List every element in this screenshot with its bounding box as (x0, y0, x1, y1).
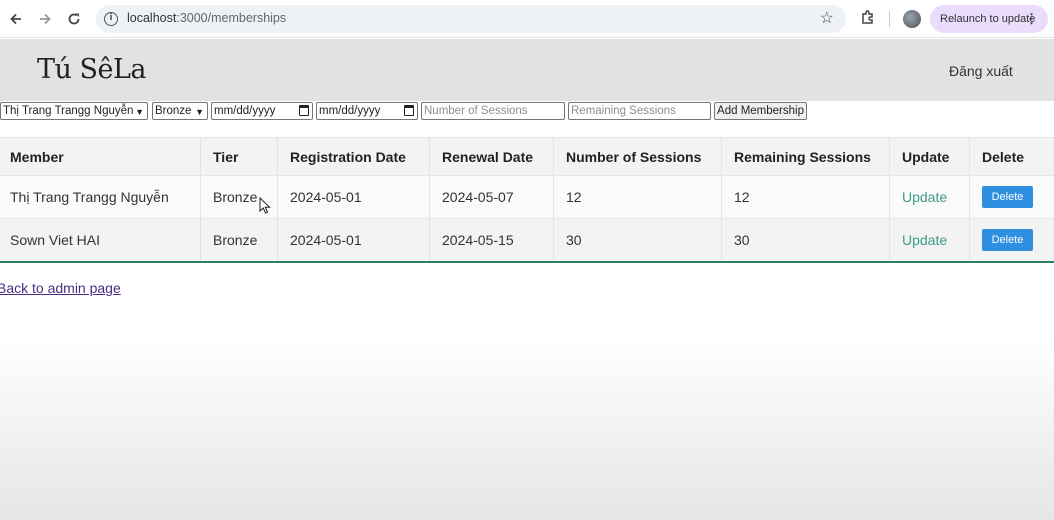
chevron-down-icon: ▼ (195, 107, 204, 117)
renewal-date-input[interactable]: mm/dd/yyyy (316, 102, 418, 120)
column-header-tier: Tier (201, 138, 278, 175)
table-row: Sown Viet HAI Bronze 2024-05-01 2024-05-… (0, 218, 1054, 261)
sessions-cell: 30 (554, 219, 722, 261)
remaining-sessions-cell: 12 (722, 176, 890, 218)
column-header-delete: Delete (982, 148, 1025, 165)
address-bar[interactable]: i localhost:3000/memberships ☆ (96, 5, 846, 33)
registration-date-cell: 2024-05-01 (278, 176, 430, 218)
column-header-remaining-sessions: Remaining Sessions (722, 138, 890, 175)
delete-cell: Delete (970, 219, 1054, 261)
reload-icon[interactable] (64, 9, 84, 29)
delete-button[interactable]: Delete (982, 229, 1033, 251)
app-header: Tú SêLa Đăng xuất (0, 39, 1054, 101)
add-membership-form: Thị Trang Trangg Nguyễn ▼ Bronze ▼ mm/dd… (0, 102, 1054, 120)
browser-toolbar: i localhost:3000/memberships ☆ Relaunch … (0, 0, 1054, 38)
column-header-update: Update (890, 138, 970, 175)
sessions-cell: 12 (554, 176, 722, 218)
delete-button[interactable]: Delete (982, 186, 1033, 208)
delete-cell: Delete (970, 176, 1054, 218)
star-icon[interactable]: ☆ (820, 8, 834, 28)
renewal-date-cell: 2024-05-15 (430, 219, 554, 261)
table-row: Thị Trang Trangg Nguyễn Bronze 2024-05-0… (0, 175, 1054, 218)
column-header-number-of-sessions: Number of Sessions (554, 138, 722, 175)
update-link[interactable]: Update (902, 189, 947, 205)
member-cell: Sown Viet HAI (0, 219, 201, 261)
column-header-renewal-date: Renewal Date (430, 138, 554, 175)
tier-select[interactable]: Bronze ▼ (152, 102, 208, 120)
table-header-row: Member Tier Registration Date Renewal Da… (0, 137, 1054, 175)
chevron-down-icon: ▼ (135, 107, 144, 117)
column-header-registration-date: Registration Date (278, 138, 430, 175)
renewal-date-cell: 2024-05-07 (430, 176, 554, 218)
relaunch-button[interactable]: Relaunch to update ⋮ (930, 5, 1048, 33)
update-cell: Update (890, 219, 970, 261)
remaining-sessions-input[interactable]: Remaining Sessions (568, 102, 711, 120)
column-header-member: Member (0, 138, 201, 175)
memberships-table: Member Tier Registration Date Renewal Da… (0, 137, 1054, 263)
registration-date-cell: 2024-05-01 (278, 219, 430, 261)
update-link[interactable]: Update (902, 232, 947, 248)
site-logo[interactable]: Tú SêLa (37, 54, 146, 85)
tier-cell: Bronze (201, 176, 278, 218)
logout-link[interactable]: Đăng xuất (949, 63, 1013, 79)
update-cell: Update (890, 176, 970, 218)
info-icon[interactable]: i (104, 12, 118, 26)
registration-date-input[interactable]: mm/dd/yyyy (211, 102, 313, 120)
url-text[interactable]: localhost:3000/memberships (127, 11, 286, 25)
member-select[interactable]: Thị Trang Trangg Nguyễn ▼ (0, 102, 148, 120)
calendar-icon[interactable] (299, 105, 309, 116)
back-arrow-icon[interactable] (6, 9, 26, 29)
profile-avatar[interactable] (903, 10, 921, 28)
tier-cell: Bronze (201, 219, 278, 261)
member-cell: Thị Trang Trangg Nguyễn (0, 176, 201, 218)
remaining-sessions-cell: 30 (722, 219, 890, 261)
toolbar-divider (889, 11, 890, 27)
number-of-sessions-input[interactable]: Number of Sessions (421, 102, 565, 120)
puzzle-icon[interactable] (859, 9, 877, 27)
calendar-icon[interactable] (404, 105, 414, 116)
kebab-menu-icon[interactable]: ⋮ (1025, 11, 1038, 27)
back-to-admin-link[interactable]: Back to admin page (0, 280, 121, 296)
add-membership-button[interactable]: Add Membership (714, 102, 807, 120)
forward-arrow-icon[interactable] (35, 9, 55, 29)
